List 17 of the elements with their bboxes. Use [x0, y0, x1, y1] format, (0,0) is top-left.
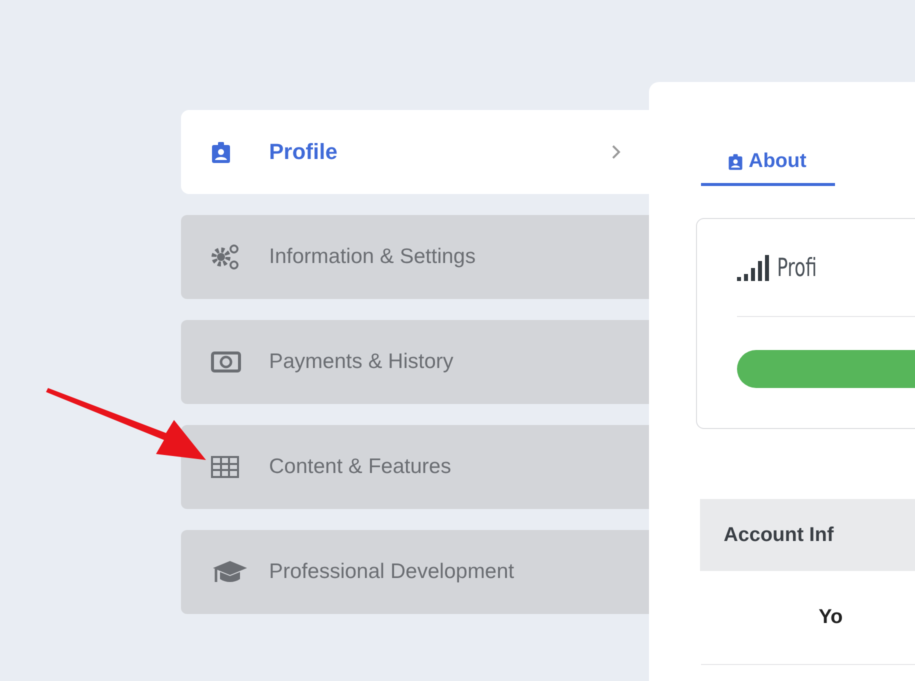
- tab[interactable]: About: [700, 140, 835, 186]
- gears-icon: [211, 243, 241, 271]
- section-header: Account Inf: [700, 499, 915, 571]
- sidebar-item[interactable]: Payments & History: [181, 320, 649, 404]
- card-title: Profi: [776, 253, 816, 282]
- table-icon: [211, 456, 239, 478]
- sidebar-item[interactable]: Professional Development: [181, 530, 649, 614]
- sidebar-item[interactable]: Information & Settings: [181, 215, 649, 299]
- chevron-right-icon: [610, 144, 621, 160]
- sidebar-item[interactable]: Profile: [181, 110, 649, 194]
- graduation-cap-icon: [211, 559, 249, 585]
- id-badge-icon: [728, 154, 743, 170]
- row-label: Yo: [700, 571, 915, 665]
- signal-bars-icon: [736, 254, 769, 280]
- id-badge-icon: [211, 142, 231, 162]
- sidebar-item[interactable]: Content & Features: [181, 425, 649, 509]
- money-icon: [211, 351, 241, 373]
